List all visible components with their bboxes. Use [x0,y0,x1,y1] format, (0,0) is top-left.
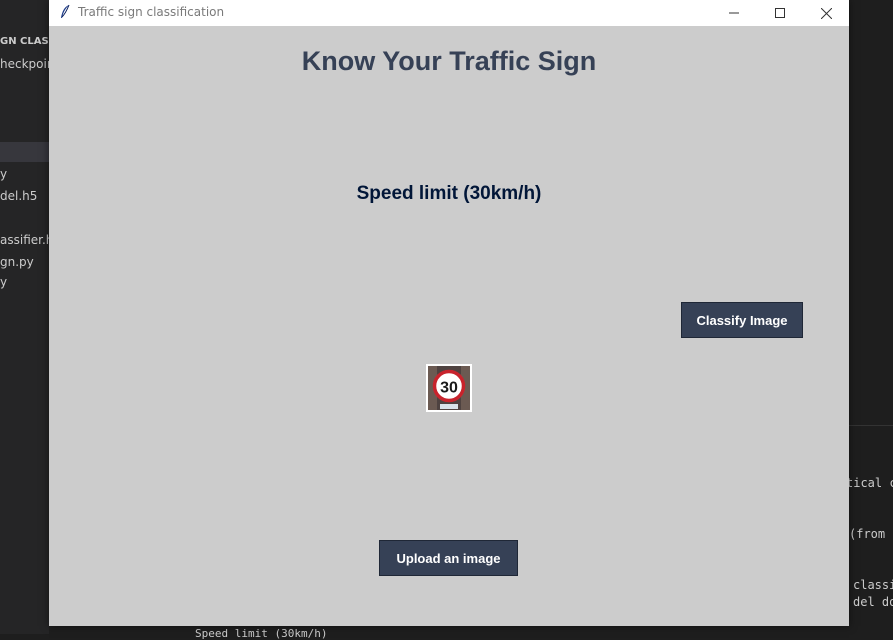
upload-image-button[interactable]: Upload an image [379,540,518,576]
explorer-item[interactable]: GN CLASSI [0,36,49,47]
explorer-item[interactable]: assifier.h [0,233,49,247]
ide-terminal-bottom [49,626,849,634]
explorer-item-selected[interactable] [0,142,49,162]
window-title: Traffic sign classification [78,5,225,19]
svg-text:30: 30 [440,380,458,397]
terminal-line: tical c [846,476,893,490]
explorer-item[interactable]: gn.py [0,255,34,269]
minimize-icon [729,12,739,14]
explorer-item[interactable]: del.h5 [0,189,37,203]
feather-icon [59,4,71,20]
terminal-line: classi [853,578,893,592]
uploaded-image: 30 [426,364,472,412]
ide-explorer-sidebar: GN CLASSI heckpoir y del.h5 assifier.h g… [0,0,49,634]
page-heading: Know Your Traffic Sign [301,46,597,76]
explorer-item[interactable]: heckpoir [0,57,49,71]
explorer-item[interactable]: y [0,167,7,181]
speed-limit-30-sign-icon: 30 [428,366,470,410]
classify-image-button[interactable]: Classify Image [681,302,803,338]
maximize-button[interactable] [757,0,803,26]
maximize-icon [775,8,785,18]
app-window: Traffic sign classification Know Your Tr… [49,0,849,626]
ide-terminal-panel: tical c (from t classi del doe [846,425,893,635]
title-bar[interactable]: Traffic sign classification [49,0,849,26]
close-icon [820,7,832,19]
minimize-button[interactable] [711,0,757,26]
close-button[interactable] [803,0,849,26]
terminal-line: del doe [853,595,893,609]
explorer-item[interactable]: y [0,275,7,289]
terminal-line: (from t [849,527,893,541]
classification-result-label: Speed limit (30km/h) [356,183,542,204]
